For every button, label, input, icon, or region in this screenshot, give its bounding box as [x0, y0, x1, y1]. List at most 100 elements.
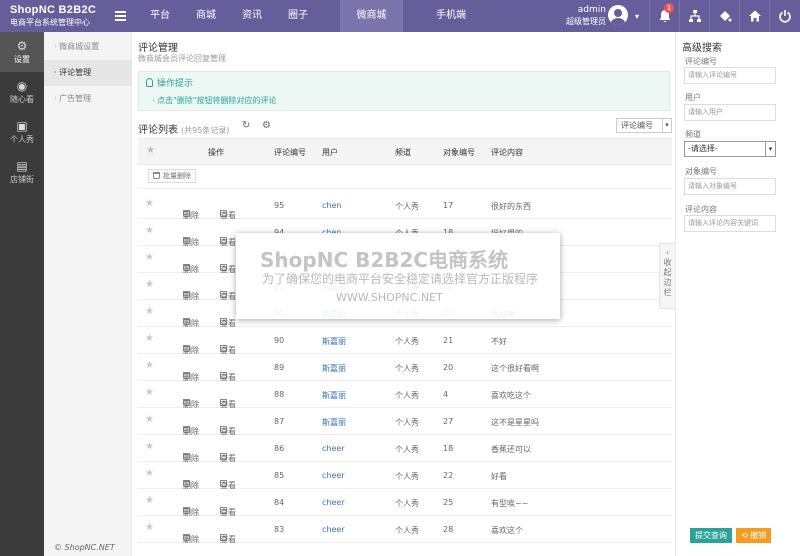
table-row: ★ 删除 查看 95 chen 个人秀 17 很好的东西: [138, 192, 672, 220]
cell-channel: 个人秀: [395, 202, 419, 211]
cancel-button[interactable]: ⟲ 撤销: [736, 528, 772, 543]
submenu-item-comments[interactable]: · 评论管理: [44, 60, 131, 86]
submenu-item-label: 微商城设置: [59, 42, 100, 51]
cell-channel: 个人秀: [395, 445, 419, 454]
lightbulb-icon: [146, 78, 153, 87]
user-menu[interactable]: admin 超级管理员 ▾: [560, 3, 642, 29]
watermark-title: ShopNC B2B2C电商系统: [260, 248, 509, 272]
collapse-label: 收起边栏: [663, 258, 672, 297]
chevron-down-icon[interactable]: ▾: [635, 12, 639, 21]
nav-item-micro-mall[interactable]: 微商城: [340, 0, 403, 32]
menu-toggle-icon[interactable]: [115, 11, 126, 21]
store-icon: ▤: [16, 159, 28, 173]
cell-id: 90: [274, 336, 285, 345]
cell-channel: 个人秀: [395, 499, 419, 508]
cell-channel: 个人秀: [395, 418, 419, 427]
star-icon[interactable]: ★: [145, 360, 154, 371]
star-icon[interactable]: ★: [145, 306, 154, 317]
sidebar-item-label: 店铺街: [10, 175, 34, 184]
user-role: 超级管理员: [566, 17, 606, 26]
cell-user-link[interactable]: cheer: [322, 525, 404, 551]
content-input[interactable]: 请输入评论内容关键词: [684, 215, 776, 232]
tips-text: · 点击"删除"按钮将删除对应的评论: [152, 96, 277, 105]
table-row: ★ 删除 查看 88 斯嘉丽 个人秀 4 喜欢吃这个: [138, 381, 672, 409]
nav-item-news[interactable]: 资讯: [229, 0, 275, 32]
star-icon[interactable]: ★: [145, 198, 154, 209]
filter-select[interactable]: 评论编号 ▾: [616, 118, 672, 133]
channel-select[interactable]: -请选择- ▾: [684, 141, 776, 157]
table-row: ★ 删除 查看 83 cheer 个人秀 28 喜欢这个: [138, 516, 672, 544]
field-label-channel: 频道: [685, 130, 701, 139]
left-sidebar: ⚙ 设置 ◉ 随心看 ▣ 个人秀 ▤ 店铺街: [0, 32, 44, 556]
star-icon[interactable]: ★: [146, 145, 155, 156]
comment-id-input[interactable]: 请输入评论编号: [684, 67, 776, 84]
search-buttons: 提交查询 ⟲ 撤销: [690, 528, 775, 543]
submenu-item-settings[interactable]: · 微商城设置: [44, 34, 131, 60]
cell-object-id: 28: [443, 525, 454, 534]
cell-channel: 个人秀: [395, 337, 419, 346]
star-icon[interactable]: ★: [145, 441, 154, 452]
col-id[interactable]: 评论编号: [274, 147, 306, 158]
paint-icon[interactable]: [709, 0, 739, 32]
view-label: 查看: [220, 535, 236, 544]
cell-content: 不好: [491, 337, 507, 346]
col-user[interactable]: 用户: [322, 147, 338, 158]
cell-content: 好看: [491, 472, 507, 481]
star-icon[interactable]: ★: [145, 495, 154, 506]
user-input[interactable]: 请输入用户: [684, 104, 776, 121]
star-icon[interactable]: ★: [145, 468, 154, 479]
power-icon[interactable]: [769, 0, 799, 32]
sidebar-item-settings[interactable]: ⚙ 设置: [0, 32, 44, 72]
submenu-item-label: 评论管理: [59, 68, 92, 77]
nav-item-platform[interactable]: 平台: [137, 0, 183, 32]
table-row: ★ 删除 查看 90 斯嘉丽 个人秀 21 不好: [138, 327, 672, 355]
star-icon[interactable]: ★: [145, 333, 154, 344]
table-row: ★ 删除 查看 86 cheer 个人秀 18 香蕉还可以: [138, 435, 672, 463]
star-icon[interactable]: ★: [145, 279, 154, 290]
tips-title[interactable]: 操作提示: [146, 76, 193, 89]
sitemap-icon[interactable]: [679, 0, 709, 32]
cell-content: 喜欢这个: [491, 526, 523, 535]
chevron-left-icon: ‹: [665, 248, 670, 257]
collapse-sidebar-button[interactable]: ‹ 收起边栏: [659, 243, 675, 309]
batch-delete-button[interactable]: 批量删除: [148, 169, 196, 183]
cell-object-id: 20: [443, 363, 454, 372]
col-object[interactable]: 对象编号: [443, 147, 475, 158]
page-subtitle: 微商城会员评论回复管理: [138, 54, 226, 63]
cell-id: 86: [274, 444, 285, 453]
sidebar-item-browse[interactable]: ◉ 随心看: [0, 72, 44, 112]
col-action: 操作: [208, 148, 224, 157]
avatar[interactable]: [608, 5, 628, 25]
gear-icon: ⚙: [16, 39, 28, 53]
nav-item-circle[interactable]: 圈子: [275, 0, 321, 32]
nav-item-mall[interactable]: 商城: [183, 0, 229, 32]
nav-item-mobile[interactable]: 手机端: [423, 0, 479, 32]
bell-icon[interactable]: 1: [649, 0, 679, 32]
table-header: ★ 操作 评论编号 用户 频道 对象编号 评论内容: [138, 138, 672, 165]
object-id-input[interactable]: 请输入对象编号: [684, 178, 776, 195]
star-icon[interactable]: ★: [145, 252, 154, 263]
settings-icon[interactable]: ⚙: [262, 120, 271, 131]
top-icon-bar: 1: [649, 0, 799, 32]
col-content[interactable]: 评论内容: [491, 147, 523, 158]
submenu-item-ads[interactable]: · 广告管理: [44, 86, 131, 112]
sidebar-item-store-street[interactable]: ▤ 店铺街: [0, 152, 44, 192]
eye-icon: ◉: [16, 79, 28, 93]
refresh-icon[interactable]: ↻: [242, 120, 250, 131]
watermark-url: WWW.SHOPNC.NET: [336, 291, 443, 304]
home-icon[interactable]: [739, 0, 769, 32]
star-icon[interactable]: ★: [145, 387, 154, 398]
field-label-content: 评论内容: [685, 205, 717, 214]
submit-search-button[interactable]: 提交查询: [690, 528, 732, 543]
cell-content: 喜欢吃这个: [491, 391, 531, 400]
col-channel[interactable]: 频道: [395, 147, 411, 158]
advanced-search-panel: 高级搜索 评论编号 请输入评论编号 用户 请输入用户 频道 -请选择- ▾ 对象…: [675, 32, 800, 556]
cell-id: 84: [274, 498, 285, 507]
star-icon[interactable]: ★: [145, 522, 154, 533]
cell-content: 有型唉~~: [491, 499, 529, 508]
star-icon[interactable]: ★: [145, 414, 154, 425]
star-icon[interactable]: ★: [145, 225, 154, 236]
notification-badge: 1: [664, 3, 674, 13]
sidebar-item-show[interactable]: ▣ 个人秀: [0, 112, 44, 152]
cell-object-id: 18: [443, 444, 454, 453]
